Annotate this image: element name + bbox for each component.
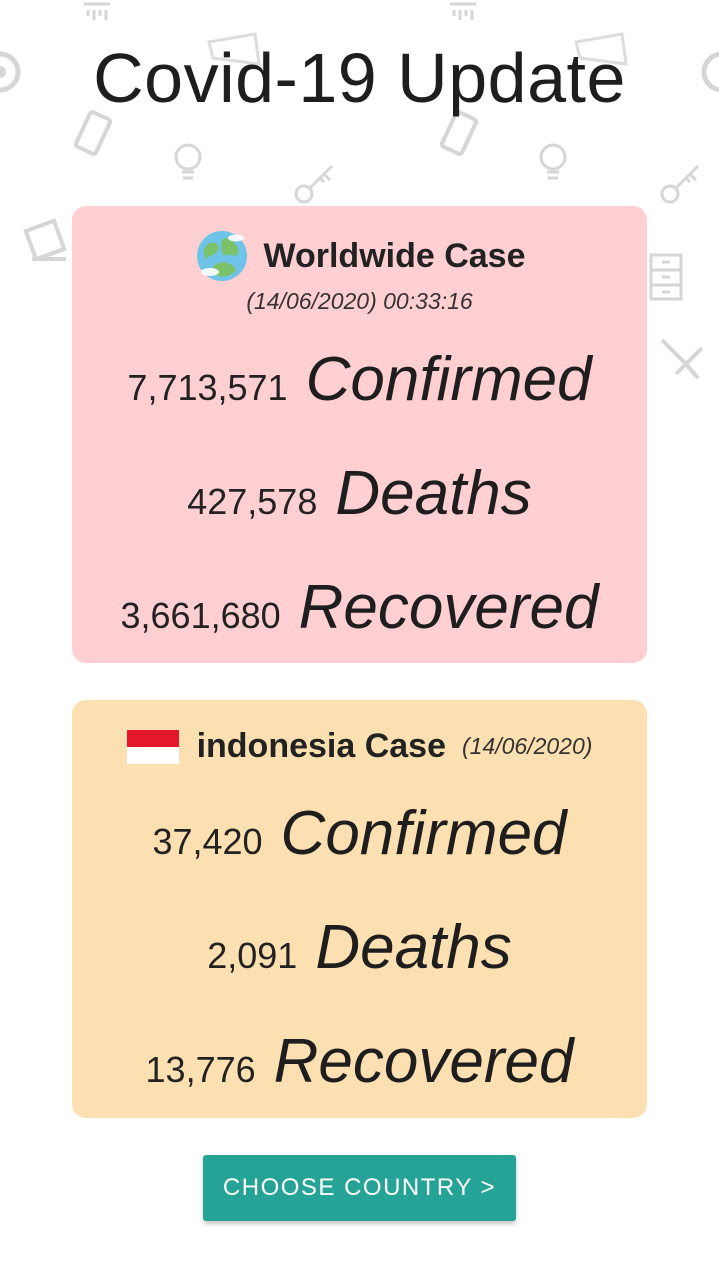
page-title: Covid-19 Update bbox=[93, 39, 626, 117]
background-shower-icon bbox=[446, 0, 480, 30]
country-confirmed-label: Confirmed bbox=[280, 799, 567, 868]
background-shower-icon bbox=[80, 0, 114, 30]
worldwide-card-title: Worldwide Case bbox=[263, 236, 526, 275]
country-card-header: indonesia Case (14/06/2020) bbox=[72, 727, 647, 766]
background-tools-icon bbox=[656, 334, 708, 386]
worldwide-confirmed-label: Confirmed bbox=[305, 345, 592, 414]
globe-icon bbox=[194, 228, 250, 284]
worldwide-card: Worldwide Case (14/06/2020) 00:33:16 7,7… bbox=[72, 206, 647, 663]
country-recovered-value: 13,776 bbox=[145, 1049, 256, 1090]
background-bulb-icon bbox=[170, 140, 206, 188]
background-bulb-icon bbox=[535, 140, 571, 188]
country-confirmed-row: 37,420 Confirmed bbox=[72, 798, 647, 869]
country-deaths-label: Deaths bbox=[315, 913, 512, 982]
country-deaths-row: 2,091 Deaths bbox=[72, 912, 647, 983]
indonesia-flag-icon bbox=[126, 729, 179, 764]
worldwide-deaths-label: Deaths bbox=[335, 459, 532, 528]
country-card-title: indonesia Case bbox=[196, 727, 446, 765]
country-deaths-value: 2,091 bbox=[207, 935, 298, 976]
worldwide-recovered-row: 3,661,680 Recovered bbox=[72, 572, 647, 643]
country-recovered-row: 13,776 Recovered bbox=[72, 1026, 647, 1097]
worldwide-timestamp: (14/06/2020) 00:33:16 bbox=[246, 288, 473, 314]
country-date: (14/06/2020) bbox=[461, 733, 593, 759]
worldwide-card-header: Worldwide Case bbox=[72, 228, 647, 284]
country-confirmed-value: 37,420 bbox=[152, 821, 263, 862]
country-recovered-label: Recovered bbox=[273, 1027, 574, 1096]
country-card: indonesia Case (14/06/2020) 37,420 Confi… bbox=[72, 700, 647, 1118]
worldwide-confirmed-value: 7,713,571 bbox=[127, 367, 288, 408]
worldwide-recovered-value: 3,661,680 bbox=[120, 595, 281, 636]
background-key-icon bbox=[658, 160, 704, 206]
background-box-icon bbox=[22, 215, 74, 271]
worldwide-deaths-row: 427,578 Deaths bbox=[72, 458, 647, 529]
worldwide-confirmed-row: 7,713,571 Confirmed bbox=[72, 344, 647, 415]
worldwide-deaths-value: 427,578 bbox=[187, 481, 318, 522]
choose-country-button[interactable]: CHOOSE COUNTRY > bbox=[203, 1155, 516, 1221]
background-key-icon bbox=[292, 160, 338, 206]
worldwide-recovered-label: Recovered bbox=[298, 573, 599, 642]
background-cabinet-icon bbox=[648, 252, 684, 304]
